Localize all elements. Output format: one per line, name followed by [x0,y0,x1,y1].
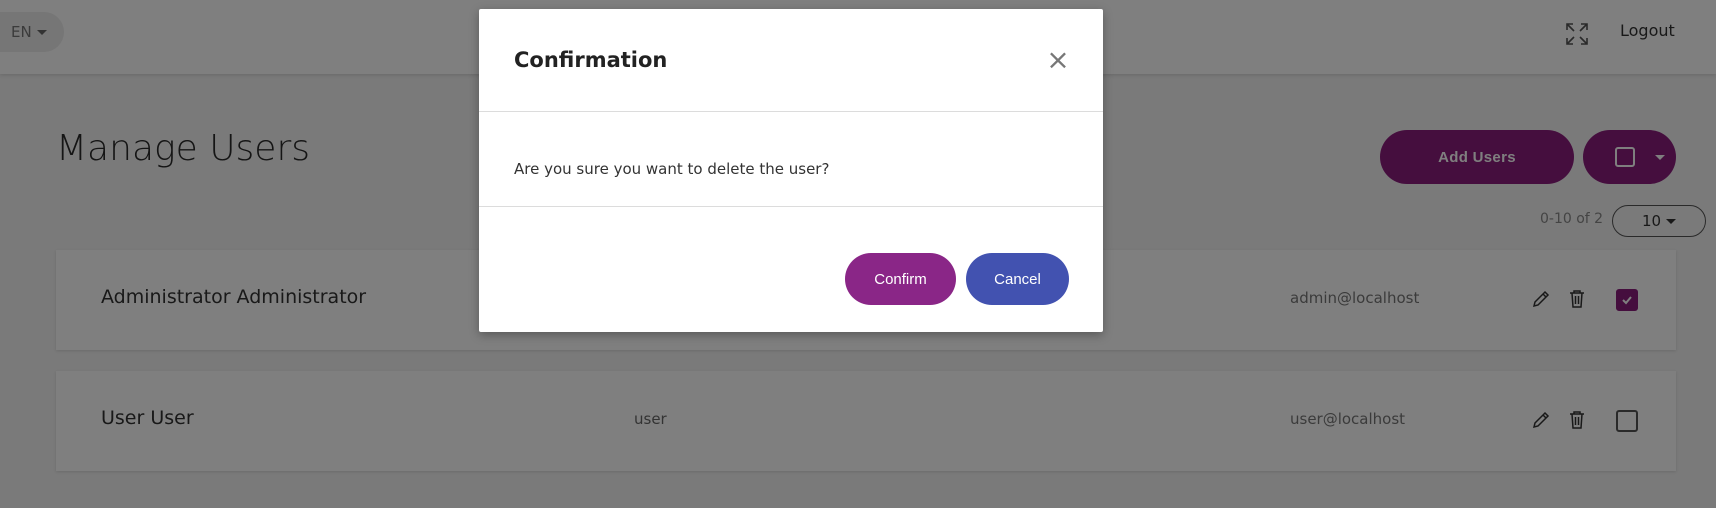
confirmation-modal: Confirmation × Are you sure you want to … [479,9,1103,332]
modal-title: Confirmation [514,48,668,72]
confirm-button[interactable]: Confirm [845,253,956,305]
modal-message: Are you sure you want to delete the user… [514,160,830,178]
modal-header: Confirmation × [479,9,1103,112]
modal-footer: Confirm Cancel [479,207,1103,332]
cancel-button[interactable]: Cancel [966,253,1069,305]
modal-body: Are you sure you want to delete the user… [479,112,1103,207]
close-icon[interactable]: × [1045,46,1071,74]
